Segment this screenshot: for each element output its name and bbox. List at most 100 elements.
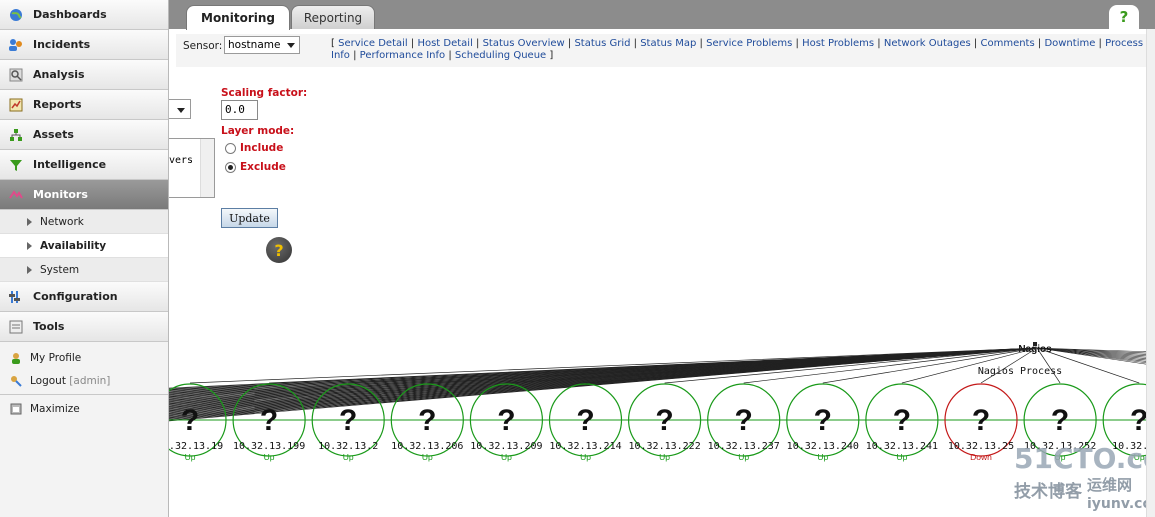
status-link[interactable]: Host Detail (417, 38, 472, 49)
chevron-right-icon (27, 217, 32, 226)
maximize-button[interactable]: Maximize (0, 397, 168, 420)
host-link (980, 347, 1038, 384)
status-link[interactable]: Downtime (1044, 38, 1095, 49)
sensor-select[interactable]: hostname (224, 36, 300, 54)
my-profile-link[interactable]: My Profile (0, 346, 168, 369)
sidebar-item-label: Tools (33, 320, 65, 333)
host-ip: 10.32.13.25 (948, 441, 1014, 452)
sidebar-item-assets[interactable]: Assets (0, 120, 168, 150)
host-link (743, 347, 1038, 384)
link-line (169, 347, 1038, 398)
unknown-host-icon: ? (418, 404, 436, 437)
status-link[interactable]: Service Detail (338, 38, 408, 49)
logout-label: Logout (30, 374, 66, 387)
host-node[interactable]: ? 10.32.13.206Up (390, 383, 464, 462)
host-node[interactable]: ? 10.32.13.237Up (707, 383, 781, 462)
host-status: Up (501, 452, 512, 462)
sidebar-subitem-system[interactable]: System (0, 258, 168, 282)
scrollbar[interactable] (200, 139, 214, 197)
host-status: Up (264, 452, 275, 462)
sidebar-item-reports[interactable]: Reports (0, 90, 168, 120)
sidebar-item-tools[interactable]: Tools (0, 312, 168, 342)
unknown-host-icon: ? (972, 404, 990, 437)
sidebar-item-configuration[interactable]: Configuration (0, 282, 168, 312)
host-ip: 10.32.13.252 (1024, 441, 1096, 452)
host-link (427, 347, 1038, 384)
chevron-right-icon (27, 265, 32, 274)
link-line (169, 347, 1038, 394)
host-link (822, 347, 1038, 384)
host-status: Up (1055, 452, 1066, 462)
status-link[interactable]: Status Grid (574, 38, 630, 49)
tab-bar: Monitoring Reporting ? (169, 0, 1155, 30)
funnel-icon (8, 157, 24, 173)
status-link[interactable]: Host Problems (802, 38, 874, 49)
sidebar-item-monitors[interactable]: Monitors (0, 180, 168, 210)
link-line (169, 347, 1038, 413)
status-link[interactable]: Service Problems (706, 38, 792, 49)
host-node[interactable]: ? 10.32.13.199Up (232, 383, 306, 462)
exclude-radio[interactable] (225, 161, 236, 173)
help-icon[interactable]: ? (1109, 5, 1139, 29)
include-option[interactable]: Include (225, 142, 283, 154)
link-line (169, 347, 1038, 412)
link-line (1036, 347, 1155, 366)
sidebar-subitem-label: System (40, 263, 80, 276)
link-line (169, 347, 1038, 405)
config-icon (8, 289, 24, 305)
status-link[interactable]: Network Outages (884, 38, 971, 49)
host-node[interactable]: ? 10.32.13.25Down (944, 383, 1018, 462)
sidebar-subitem-network[interactable]: Network (0, 210, 168, 234)
link-line (1036, 347, 1155, 354)
status-link[interactable]: Comments (980, 38, 1034, 49)
host-status: Up (1134, 452, 1145, 462)
sidebar-item-intelligence[interactable]: Intelligence (0, 150, 168, 180)
sidebar-subitem-availability[interactable]: Availability (0, 234, 168, 258)
sidebar-item-dashboards[interactable]: Dashboards (0, 0, 168, 30)
host-link (1036, 347, 1140, 384)
status-link[interactable]: Status Map (640, 38, 696, 49)
host-node[interactable]: ? 10.32.13.214Up (548, 383, 623, 462)
scrollbar[interactable] (1146, 29, 1155, 517)
host-node[interactable]: ? 10.32.13.19Up (169, 383, 227, 462)
sensor-label: Sensor: (183, 40, 223, 52)
sidebar-item-label: Dashboards (33, 8, 107, 21)
sidebar-item-label: Incidents (33, 38, 91, 51)
host-link (901, 347, 1038, 384)
host-ip: 10.32.13.2 (318, 441, 378, 452)
people-icon (8, 37, 24, 53)
sidebar-item-label: Assets (33, 128, 74, 141)
sidebar-item-label: Configuration (33, 290, 118, 303)
layer-list[interactable]: vers (169, 138, 215, 198)
sidebar-item-incidents[interactable]: Incidents (0, 30, 168, 60)
root-node[interactable] (1033, 342, 1037, 346)
status-link[interactable]: Status Overview (483, 38, 565, 49)
host-status: Up (422, 452, 433, 462)
link-line (169, 347, 1038, 403)
host-node[interactable]: ? 10.32.13.222Up (628, 383, 702, 462)
status-link[interactable]: Performance Info (360, 50, 445, 61)
logout-link[interactable]: Logout [admin] (0, 369, 168, 392)
update-button[interactable]: Update (221, 208, 278, 228)
host-node[interactable]: ? 10.32.13.240Up (786, 383, 860, 462)
sidebar-item-analysis[interactable]: Analysis (0, 60, 168, 90)
link-line (169, 347, 1038, 402)
include-label: Include (240, 142, 284, 154)
exclude-option[interactable]: Exclude (225, 161, 286, 173)
scaling-factor-input[interactable]: 0.0 (221, 100, 258, 120)
status-link[interactable]: Scheduling Queue (455, 50, 546, 61)
help-icon[interactable]: ? (266, 237, 292, 263)
host-node[interactable]: ? 10.32.13.252Up (1023, 383, 1097, 462)
unknown-host-icon: ? (655, 404, 673, 437)
layer-select[interactable] (169, 99, 191, 119)
host-status: Up (738, 452, 749, 462)
host-node[interactable]: ? 10.32.13.241Up (865, 383, 939, 462)
host-node[interactable]: ? 10.32.13.2Up (311, 383, 385, 462)
tab-monitoring[interactable]: Monitoring (186, 5, 290, 30)
link-line (169, 347, 1038, 401)
tab-reporting[interactable]: Reporting (291, 5, 375, 29)
sidebar-item-label: Reports (33, 98, 82, 111)
host-node[interactable]: ? 10.32.13.209Up (469, 383, 543, 462)
include-radio[interactable] (225, 142, 236, 154)
link-line (169, 347, 1038, 399)
